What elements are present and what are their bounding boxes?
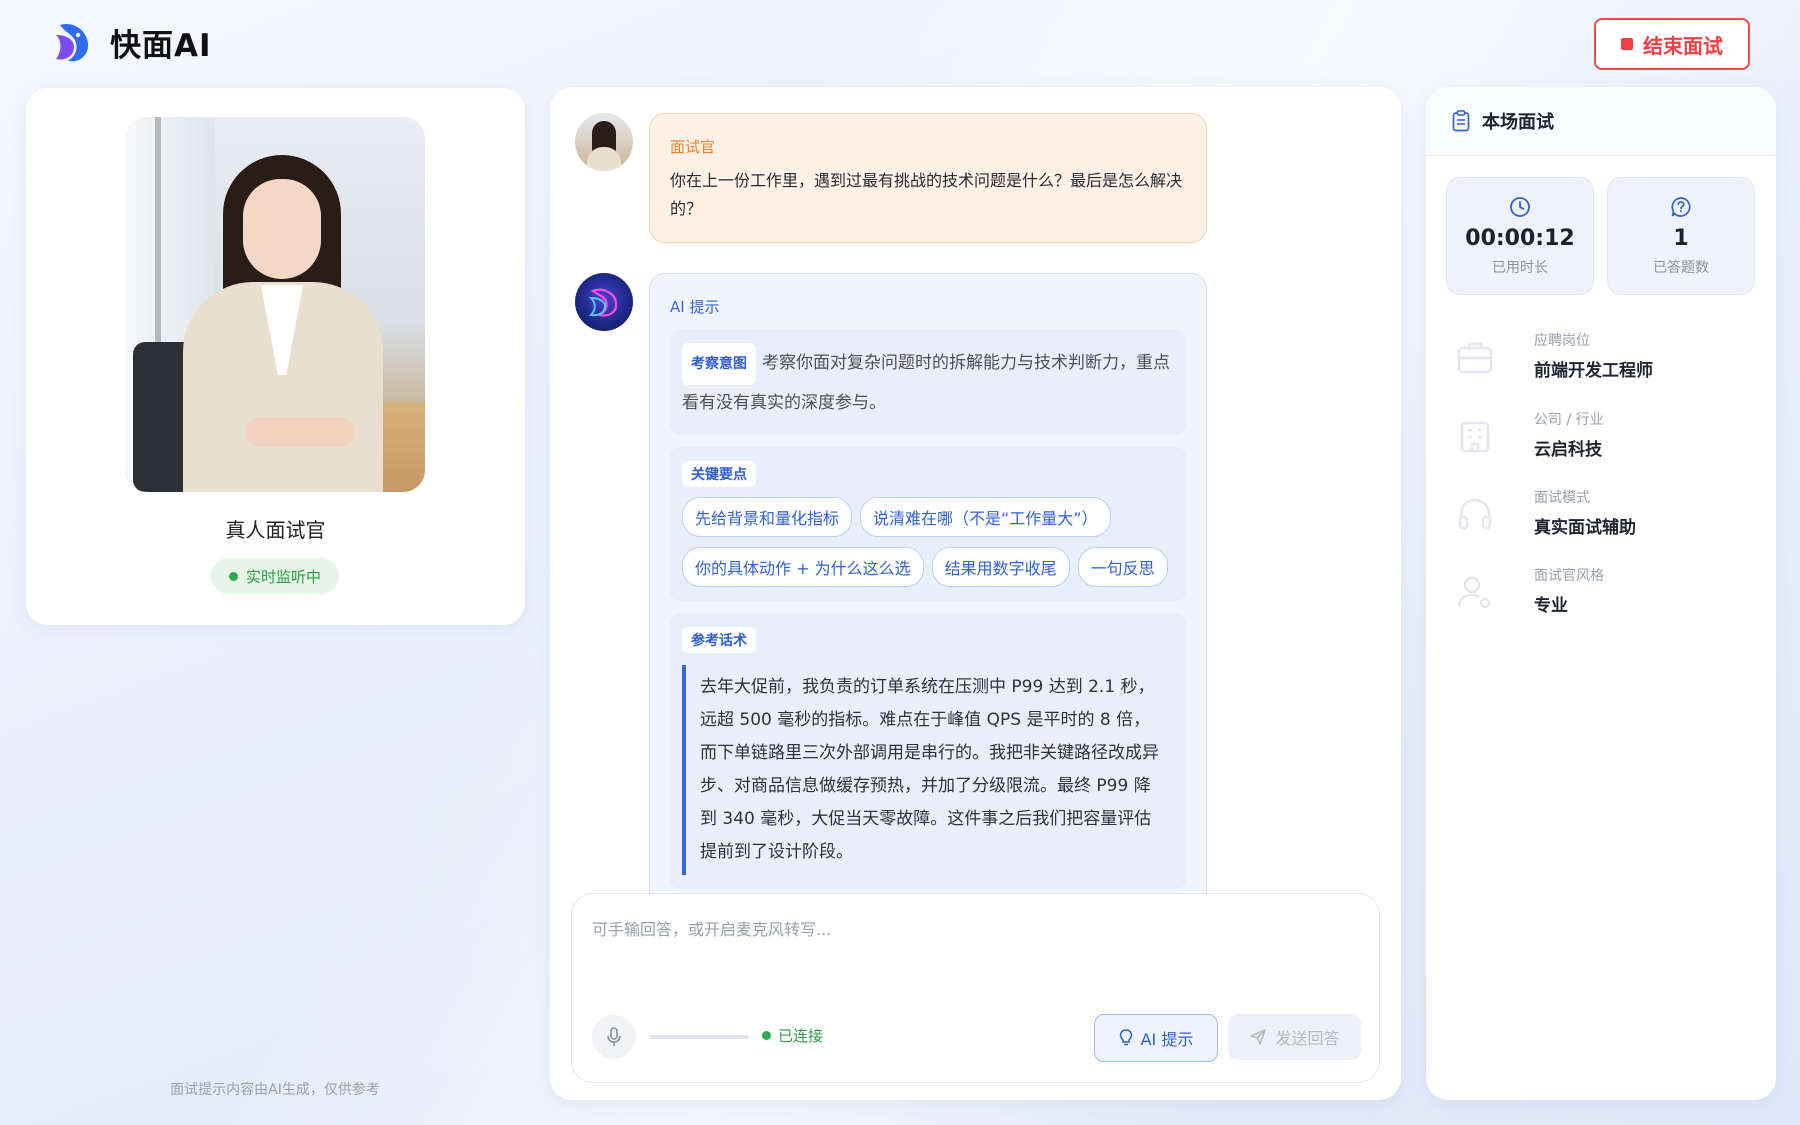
intent-section: 考察意图 考察你面对复杂问题时的拆解能力与技术判断力，重点看有没有真实的深度参与。 (670, 329, 1186, 435)
summary-title: 本场面试 (1482, 112, 1554, 133)
interviewer-card: 真人面试官 实时监听中 (26, 88, 525, 625)
info-mode: 面试模式 真实面试辅助 (1456, 487, 1756, 547)
info-company-label: 公司 / 行业 (1534, 412, 1604, 428)
summary-header: 本场面试 (1426, 87, 1776, 156)
elapsed-time-label: 已用时长 (1492, 260, 1548, 276)
question-bubble: 面试官 你在上一份工作里，遇到过最有挑战的技术问题是什么？最后是怎么解决的？ (649, 113, 1207, 243)
dolphin-logo-icon (56, 23, 89, 61)
info-position: 应聘岗位 前端开发工程师 (1456, 330, 1756, 390)
lightbulb-icon (1119, 1029, 1132, 1046)
info-style: 面试官风格 专业 (1456, 565, 1756, 625)
ai-avatar (575, 273, 633, 331)
keypoint-pill[interactable]: 你的具体动作 + 为什么这么选 (682, 547, 924, 587)
keypoint-pill[interactable]: 说清难在哪（不是“工作量大”） (860, 497, 1111, 537)
keypoint-pill[interactable]: 结果用数字收尾 (931, 547, 1070, 587)
interviewer-photo (125, 117, 425, 492)
question-icon (1671, 197, 1691, 217)
stop-icon (1621, 38, 1633, 50)
info-position-label: 应聘岗位 (1534, 333, 1590, 349)
ai-hint-bubble: AI 提示 考察意图 考察你面对复杂问题时的拆解能力与技术判断力，重点看有没有真实… (649, 273, 1207, 923)
info-mode-value: 真实面试辅助 (1534, 518, 1636, 538)
headphones-icon (1458, 498, 1492, 530)
info-position-value: 前端开发工程师 (1534, 361, 1653, 381)
answer-input-area: 已连接 AI 提示 发送回答 (571, 893, 1380, 1083)
end-interview-button[interactable]: 结束面试 (1594, 18, 1750, 70)
live-dot-icon (228, 571, 238, 581)
keypoints-section: 关键要点 先给背景和量化指标 说清难在哪（不是“工作量大”） 你的具体动作 + … (670, 447, 1186, 601)
briefcase-icon (1457, 342, 1493, 374)
audio-level-bar (649, 1035, 749, 1039)
ai-hint-button[interactable]: AI 提示 (1094, 1014, 1218, 1062)
chat-panel: 面试官 你在上一份工作里，遇到过最有挑战的技术问题是什么？最后是怎么解决的？ A… (550, 87, 1401, 1100)
ai-dolphin-icon (588, 288, 618, 317)
answered-count-label: 已答题数 (1653, 260, 1709, 276)
question-speaker: 面试官 (670, 138, 716, 156)
interview-summary-panel: 本场面试 00:00:12 已用时长 1 已答题数 应聘岗位 前端开发工程师 公… (1426, 87, 1776, 1100)
answered-count-value: 1 (1673, 226, 1689, 251)
reference-tag: 参考话术 (682, 627, 756, 653)
answered-count-card: 1 已答题数 (1607, 177, 1755, 295)
brand-name: 快面AI (110, 28, 212, 64)
brand-logo: 快面AI (52, 20, 212, 65)
answer-input[interactable] (590, 914, 1360, 994)
send-answer-button[interactable]: 发送回答 (1228, 1014, 1361, 1060)
end-interview-label: 结束面试 (1643, 33, 1723, 58)
clock-icon (1510, 197, 1530, 217)
connection-status-text: 已连接 (778, 1027, 824, 1045)
microphone-icon (607, 1027, 621, 1046)
elapsed-time-value: 00:00:12 (1465, 226, 1575, 251)
ai-hint-speaker: AI 提示 (670, 298, 720, 316)
info-style-value: 专业 (1534, 596, 1568, 616)
keypoints-tag: 关键要点 (682, 461, 756, 487)
reference-section: 参考话术 去年大促前，我负责的订单系统在压测中 P99 达到 2.1 秒，远超 … (670, 613, 1186, 889)
keypoints-list: 先给背景和量化指标 说清难在哪（不是“工作量大”） 你的具体动作 + 为什么这么… (682, 497, 1174, 587)
connected-dot-icon (762, 1031, 771, 1040)
info-company-value: 云启科技 (1534, 440, 1602, 460)
interviewer-name: 真人面试官 (225, 518, 326, 542)
listening-status-badge: 实时监听中 (211, 558, 339, 594)
send-answer-label: 发送回答 (1275, 1029, 1340, 1048)
elapsed-time-card: 00:00:12 已用时长 (1446, 177, 1594, 295)
info-mode-label: 面试模式 (1534, 490, 1590, 506)
building-icon (1460, 421, 1490, 453)
keypoint-pill[interactable]: 一句反思 (1077, 547, 1168, 587)
listening-status-text: 实时监听中 (245, 567, 321, 586)
info-style-label: 面试官风格 (1534, 568, 1604, 584)
send-icon (1250, 1029, 1267, 1045)
clipboard-icon (1452, 110, 1470, 132)
keypoint-pill[interactable]: 先给背景和量化指标 (682, 497, 853, 537)
connection-status: 已连接 (762, 1025, 823, 1046)
reference-text: 去年大促前，我负责的订单系统在压测中 P99 达到 2.1 秒，远超 500 毫… (682, 665, 1174, 875)
intent-tag: 考察意图 (682, 343, 756, 385)
question-text: 你在上一份工作里，遇到过最有挑战的技术问题是什么？最后是怎么解决的？ (670, 171, 1183, 218)
ai-hint-button-label: AI 提示 (1140, 1030, 1194, 1049)
interviewer-avatar (575, 113, 633, 171)
ai-disclaimer: 面试提示内容由AI生成，仅供参考 (170, 1082, 380, 1098)
info-company: 公司 / 行业 云启科技 (1456, 409, 1756, 469)
user-gear-icon (1457, 576, 1491, 609)
microphone-button[interactable] (592, 1015, 636, 1059)
